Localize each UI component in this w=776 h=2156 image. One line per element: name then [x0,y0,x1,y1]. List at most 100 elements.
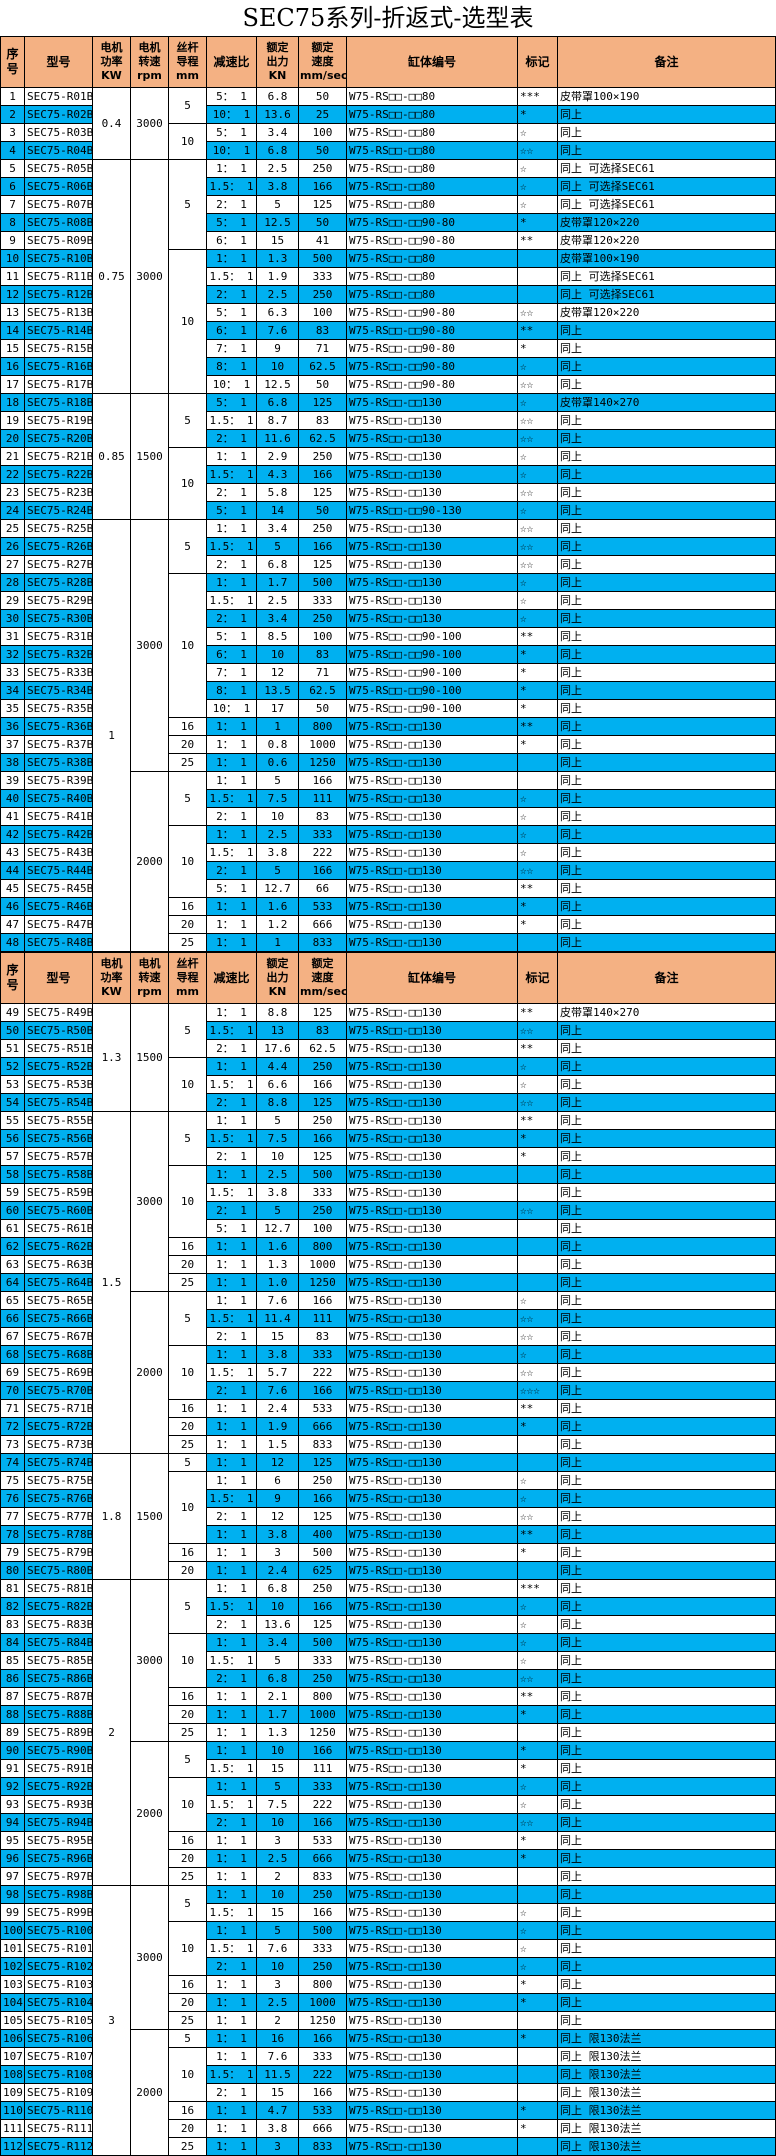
row-number: 48 [0,933,25,952]
model-cell: SEC75-R63B [24,1255,93,1274]
note-cell: 同上 [557,1093,776,1112]
rated-speed-cell: 333 [298,1939,347,1958]
model-cell: SEC75-R99B [24,1903,93,1922]
mark-cell: ☆☆ [517,303,558,322]
column-header-line: 缸体编号 [407,970,456,985]
rated-force-cell: 12.7 [256,1219,299,1238]
reduction-ratio-cell: 1： 1 [206,447,257,466]
column-header-line: 导程 [176,55,199,68]
table-row: 18 SEC75-R18B 0.85 1500 5 5： 1 6.8 125 W75-RS□□-… [0,393,776,520]
row-number: 4 [0,141,25,160]
rated-force-cell: 1.6 [256,1237,299,1256]
motor-power-cell: 0.4 [92,87,131,160]
mark-cell: * [517,2119,558,2138]
rated-speed-cell: 333 [298,2047,347,2066]
row-number: 19 [0,411,25,430]
model-cell: SEC75-R25B [24,519,93,538]
column-header: 电机 转速 rpm [130,36,169,88]
screw-pitch-cell: 16 [168,897,207,916]
model-cell: SEC75-R15B [24,339,93,358]
rated-force-cell: 15 [256,1903,299,1922]
row-number: 38 [0,753,25,772]
row-number: 65 [0,1291,25,1310]
mark-cell: ☆☆ [517,1669,558,1688]
reduction-ratio-cell: 6： 1 [206,321,257,340]
mark-cell: ☆☆ [517,1813,558,1832]
model-cell: SEC75-R100B [24,1921,93,1940]
note-cell: 同上 [557,1813,776,1832]
rated-force-cell: 4.4 [256,1057,299,1076]
cylinder-code-cell: W75-RS□□-□□130 [346,1471,518,1490]
mark-cell: ☆☆ [517,1363,558,1382]
rated-force-cell: 6.8 [256,555,299,574]
table-row: 25 SEC75-R25B 1 3000 5 1： 1 3.4 250 W75-RS□□-□□1… [0,519,776,952]
row-number: 71 [0,1399,25,1418]
rated-speed-cell: 666 [298,915,347,934]
row-number: 63 [0,1255,25,1274]
rated-speed-cell: 50 [298,141,347,160]
note-cell: 同上 [557,1525,776,1544]
cylinder-code-cell: W75-RS□□-□□90-80 [346,357,518,376]
rated-force-cell: 3.4 [256,519,299,538]
model-cell: SEC75-R18B [24,393,93,412]
screw-pitch-cell: 5 [168,87,207,124]
row-number: 66 [0,1309,25,1328]
cylinder-code-cell: W75-RS□□-□□130 [346,1021,518,1040]
column-header: 电机 功率 KW [92,952,131,1004]
note-cell: 皮带罩120×220 [557,303,776,322]
mark-cell [517,2047,558,2066]
note-cell: 同上 [557,807,776,826]
column-header-line: 标记 [525,54,550,69]
cylinder-code-cell: W75-RS□□-□□130 [346,1345,518,1364]
rated-speed-cell: 1250 [298,1273,347,1292]
rated-force-cell: 6.3 [256,303,299,322]
model-cell: SEC75-R31B [24,627,93,646]
motor-rpm-cell: 3000 [130,1111,169,1292]
rated-force-cell: 3.8 [256,177,299,196]
screw-pitch-cell: 5 [168,1111,207,1166]
rated-speed-cell: 250 [298,519,347,538]
reduction-ratio-cell: 1.5： 1 [206,1489,257,1508]
note-cell: 同上 [557,1705,776,1724]
screw-pitch-cell: 10 [168,123,207,160]
reduction-ratio-cell: 5： 1 [206,501,257,520]
note-cell: 皮带罩100×190 [557,87,776,106]
rated-force-cell: 3.8 [256,843,299,862]
mark-cell: ☆ [517,591,558,610]
row-number: 68 [0,1345,25,1364]
rated-force-cell: 10 [256,807,299,826]
note-cell: 同上 [557,1939,776,1958]
model-cell: SEC75-R56B [24,1129,93,1148]
note-cell: 同上 [557,1507,776,1526]
note-cell: 同上 [557,465,776,484]
rated-speed-cell: 166 [298,861,347,880]
reduction-ratio-cell: 2： 1 [206,1201,257,1220]
cylinder-code-cell: W75-RS□□-□□80 [346,87,518,106]
screw-pitch-cell: 10 [168,2047,207,2102]
model-cell: SEC75-R33B [24,663,93,682]
screw-pitch-cell: 20 [168,1705,207,1724]
rated-force-cell: 9 [256,339,299,358]
model-cell: SEC75-R92B [24,1777,93,1796]
row-number: 42 [0,825,25,844]
screw-pitch-cell: 20 [168,1561,207,1580]
note-cell: 同上 [557,1759,776,1778]
rated-speed-cell: 533 [298,1399,347,1418]
note-cell: 同上 [557,1075,776,1094]
screw-pitch-cell: 10 [168,1057,207,1112]
column-header-line: 出力 [266,971,289,984]
screw-pitch-cell: 10 [168,825,207,898]
reduction-ratio-cell: 1.5： 1 [206,1651,257,1670]
column-header-line: 备注 [654,54,679,69]
model-cell: SEC75-R05B [24,159,93,178]
mark-cell [517,771,558,790]
rated-speed-cell: 500 [298,1543,347,1562]
cylinder-code-cell: W75-RS□□-□□130 [346,1939,518,1958]
row-number: 110 [0,2101,25,2120]
mark-cell: ☆ [517,1777,558,1796]
mark-cell: ☆ [517,1957,558,1976]
cylinder-code-cell: W75-RS□□-□□130 [346,1237,518,1256]
reduction-ratio-cell: 7： 1 [206,663,257,682]
model-cell: SEC75-R14B [24,321,93,340]
rated-speed-cell: 533 [298,1831,347,1850]
